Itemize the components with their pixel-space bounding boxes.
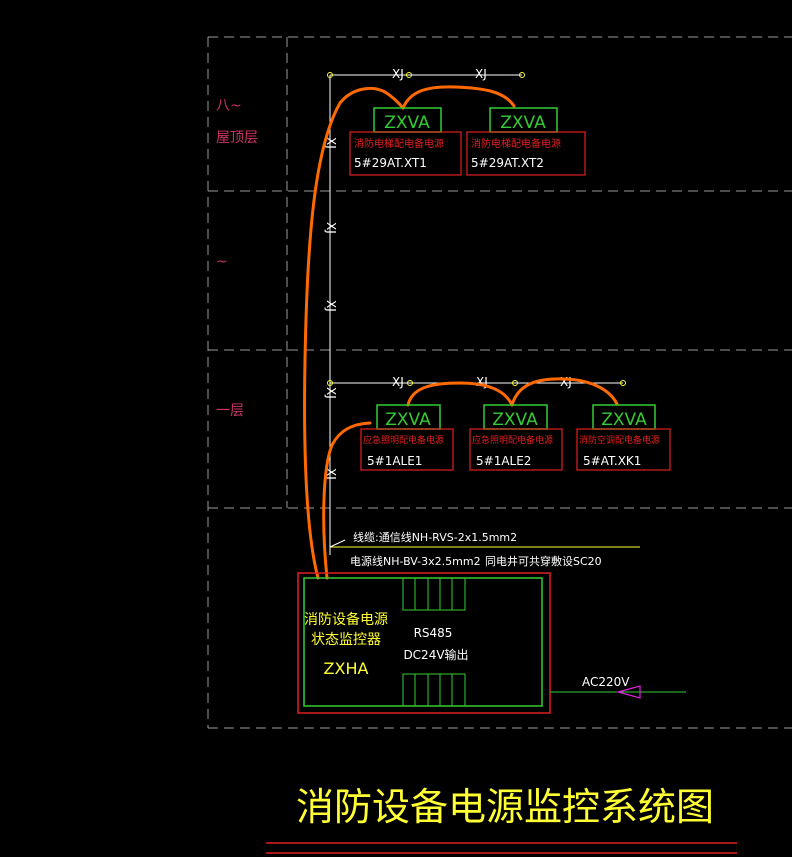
module-m1: ZXVA 消防电梯配电备电源 5#29AT.XT1 (349, 107, 462, 176)
module-id: 5#29AT.XT1 (354, 156, 427, 170)
module-m2: ZXVA 消防电梯配电备电源 5#29AT.XT2 (466, 107, 586, 176)
cable-label-xj: XJ (392, 375, 404, 389)
module-id: 5#1ALE2 (476, 454, 531, 468)
module-desc: 应急照明配电备电源 (472, 434, 553, 446)
controller: 消防设备电源 状态监控器 ZXHA RS485 DC24V输出 (297, 572, 551, 714)
floor-label-roof-prefix: 八~ (216, 98, 242, 114)
module-model: ZXVA (500, 113, 546, 133)
module-desc: 应急照明配电备电源 (363, 434, 444, 446)
system-diagram: 八~ 屋顶层 ~ 一层 XJ XJ XJ XJ XJ XJ XJ XJ XJ X… (207, 36, 792, 854)
module-id: 5#AT.XK1 (583, 454, 641, 468)
terminal-block-bottom (402, 673, 466, 707)
controller-bus: RS485 (414, 626, 453, 640)
cable-label-xj: XJ (475, 67, 487, 81)
module-id: 5#1ALE1 (367, 454, 422, 468)
controller-name-line1: 消防设备电源 (304, 611, 388, 628)
module-m5: ZXVA 消防空调配电备电源 5#AT.XK1 (576, 404, 671, 471)
module-model: ZXVA (384, 113, 430, 133)
module-desc: 消防空调配电备电源 (579, 434, 660, 446)
cable-label-xj: XJ (560, 375, 572, 389)
diagram-title: 消防设备电源监控系统图 (296, 785, 714, 829)
vertical-cable-label: XJ (324, 222, 338, 234)
module-model: ZXVA (601, 410, 647, 430)
module-model: ZXVA (385, 410, 431, 430)
conduit-note: 同电井可共穿敷设SC20 (485, 554, 602, 568)
ac-supply: AC220V (550, 675, 686, 699)
module-id: 5#29AT.XT2 (471, 156, 544, 170)
floor-label-middle: ~ (216, 254, 228, 270)
vertical-cable-label: XJ (324, 300, 338, 312)
supply-label: AC220V (582, 675, 630, 689)
signal-cable-note: 线缆:通信线NH-RVS-2x1.5mm2 (353, 530, 517, 544)
cable-label-xj: XJ (392, 67, 404, 81)
floor-label-first: 一层 (216, 403, 244, 419)
floor-label-roof: 屋顶层 (216, 130, 258, 146)
module-m4: ZXVA 应急照明配电备电源 5#1ALE2 (469, 404, 563, 471)
vertical-cable-label: XJ (324, 387, 338, 399)
power-cable-note: 电源线NH-BV-3x2.5mm2 (350, 554, 481, 568)
first-link-cable (406, 381, 514, 407)
roof-link-cable (401, 85, 516, 110)
module-m3: ZXVA 应急照明配电备电源 5#1ALE1 (360, 404, 454, 471)
controller-output: DC24V输出 (403, 647, 468, 662)
module-desc: 消防电梯配电备电源 (354, 137, 444, 150)
module-desc: 消防电梯配电备电源 (471, 137, 561, 150)
controller-model: ZXHA (324, 659, 369, 678)
terminal-block-top (402, 577, 466, 611)
module-model: ZXVA (492, 410, 538, 430)
controller-name-line2: 状态监控器 (311, 632, 381, 648)
wiring-notes: 线缆:通信线NH-RVS-2x1.5mm2 电源线NH-BV-3x2.5mm2 … (329, 530, 640, 568)
